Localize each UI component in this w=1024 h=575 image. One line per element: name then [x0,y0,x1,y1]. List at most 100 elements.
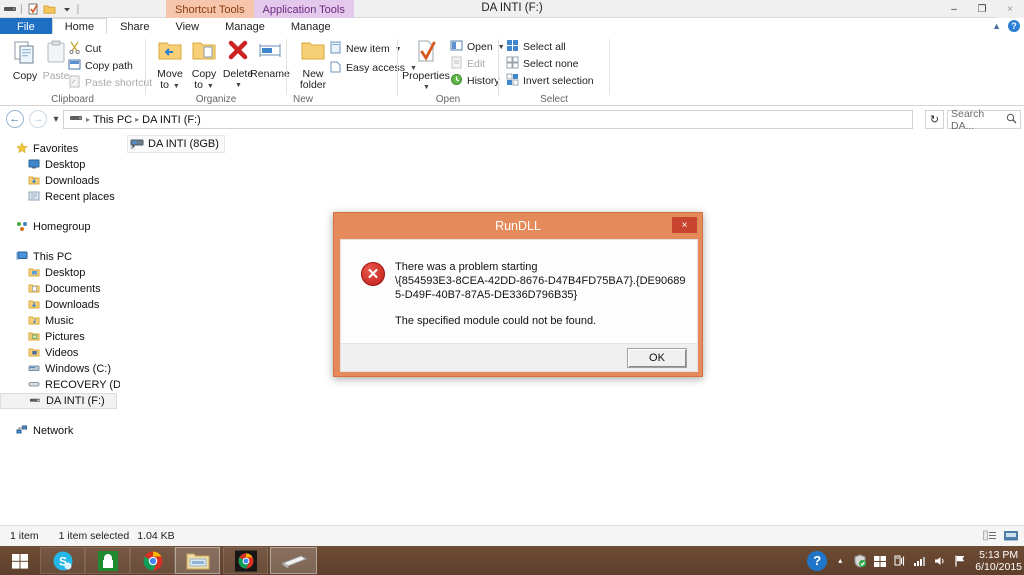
select-all-label: Select all [523,41,566,53]
dialog-close-button[interactable]: × [672,217,697,233]
navigation-pane[interactable]: Favorites Desktop Downloads Recent place… [0,132,120,522]
recent-locations-button[interactable]: ▾ [48,110,64,128]
cut-icon [68,41,81,57]
show-hidden-icons-icon[interactable]: ▴ [833,554,847,568]
volume-icon[interactable] [933,554,947,568]
select-all-button[interactable]: Select all [506,39,566,55]
sidebar-item-music[interactable]: Music [0,313,120,329]
sidebar-item-videos[interactable]: Videos [0,345,120,361]
help-icon[interactable]: ? [807,550,828,571]
windows-start-icon[interactable] [0,546,40,575]
edit-icon [450,56,463,72]
minimize-button[interactable]: – [940,0,968,18]
dialog-body: ✕ There was a problem starting \{854593E… [340,239,698,344]
action-center-icon[interactable] [953,554,967,568]
status-item-count: 1 item [10,530,39,542]
ribbon: Copy Paste Cut Copy path Paste shortcut … [0,34,1024,106]
properties-label: Properties [402,70,450,82]
windows-tray-icon[interactable] [873,554,887,568]
breadcrumb-separator-1: ▸ [86,115,91,124]
usb-drive-taskbar-icon[interactable] [270,547,317,574]
copy-path-button[interactable]: Copy path [68,58,133,74]
sidebar-item-pictures[interactable]: Pictures [0,329,120,345]
edit-button[interactable]: Edit [450,56,485,72]
file-explorer-taskbar-icon[interactable] [175,547,220,574]
store-taskbar-icon[interactable] [85,547,130,574]
history-button[interactable]: History [450,73,500,89]
new-item-icon [329,41,342,57]
rename-icon [256,38,284,67]
back-button[interactable]: ← [6,110,24,128]
paste-icon [42,38,70,69]
cut-button[interactable]: Cut [68,41,101,57]
window-caption-buttons[interactable]: – ❐ × [940,0,1024,18]
details-view-icon[interactable] [982,529,997,543]
sidebar-item-documents[interactable]: Documents [0,281,120,297]
forward-button[interactable]: → [29,110,47,128]
sidebar-label-downloads: Downloads [45,299,100,311]
breadcrumb-item-this-pc[interactable]: This PC [93,114,132,126]
invert-selection-label: Invert selection [523,75,594,87]
ribbon-group-label-open: Open [435,94,461,105]
sidebar-label-videos: Videos [45,347,79,359]
security-shield-icon[interactable] [853,553,867,568]
refresh-button[interactable]: ↻ [925,110,944,129]
hard-drive-icon [28,362,40,377]
chrome-taskbar-icon[interactable] [130,547,175,574]
tab-share[interactable]: Share [107,18,162,34]
dialog-message-line1: There was a problem starting [395,261,538,273]
delete-caret-icon[interactable]: ▼ [217,80,260,91]
rundll-error-dialog: RunDLL × ✕ There was a problem starting … [333,212,703,377]
large-icons-view-icon[interactable] [1003,529,1018,543]
restore-button[interactable]: ❐ [968,0,996,18]
sidebar-item-downloads-fav[interactable]: Downloads [0,173,120,189]
skype-taskbar-icon[interactable]: S [40,547,85,574]
search-input[interactable]: Search DA... [947,108,1021,132]
invert-selection-button[interactable]: Invert selection [506,73,594,89]
close-button[interactable]: × [996,0,1024,18]
properties-button[interactable]: Properties ▼ [400,38,452,93]
select-none-button[interactable]: Select none [506,56,578,72]
sidebar-item-desktop[interactable]: Desktop [0,265,120,281]
sidebar-item-desktop-fav[interactable]: Desktop [0,157,120,173]
taskbar-clock[interactable]: 5:13 PM 6/10/2015 [975,549,1022,573]
network-icon[interactable] [893,554,907,568]
new-item-label: New item [346,43,390,55]
tab-home[interactable]: Home [51,18,108,34]
chrome-dark-taskbar-icon[interactable] [223,547,268,574]
tab-view[interactable]: View [162,18,212,34]
sidebar-item-favorites[interactable]: Favorites [0,141,120,157]
system-tray: ? ▴ 5:13 PM 6/10/2015 [807,546,1022,575]
sidebar-item-da-inti-f[interactable]: DA INTI (F:) [0,393,117,409]
sidebar-item-this-pc[interactable]: This PC [0,249,120,265]
move-to-icon [156,38,184,67]
tab-manage-shortcut[interactable]: Manage [212,18,278,34]
network-icon [16,424,28,439]
sidebar-item-recovery-d[interactable]: RECOVERY (D:) [0,377,120,393]
sidebar-item-homegroup[interactable]: Homegroup [0,219,120,235]
history-label: History [467,75,500,87]
chevron-up-icon[interactable]: ▲ [992,21,1001,31]
downloads-icon [28,298,40,313]
sidebar-item-windows-c[interactable]: Windows (C:) [0,361,120,377]
ok-button[interactable]: OK [627,348,687,368]
properties-caret-icon[interactable]: ▼ [401,82,452,93]
sidebar-label-recent-places: Recent places [45,191,115,203]
signal-icon[interactable] [913,554,927,568]
open-button[interactable]: Open ▼ [450,39,505,55]
breadcrumb-item-da-inti[interactable]: DA INTI (F:) [142,114,201,126]
homegroup-icon [16,220,28,235]
search-icon[interactable] [1006,113,1017,127]
list-item[interactable]: DA INTI (8GB) [127,135,225,153]
new-item-button[interactable]: New item ▼ [329,41,402,57]
dialog-title: RunDLL [495,219,541,233]
paste-shortcut-button[interactable]: Paste shortcut [68,75,152,91]
sidebar-item-downloads[interactable]: Downloads [0,297,120,313]
sidebar-item-network[interactable]: Network [0,423,120,439]
tab-file[interactable]: File [0,18,52,34]
sidebar-item-recent-places[interactable]: Recent places [0,189,120,205]
breadcrumb[interactable]: ▸ This PC ▸ DA INTI (F:) [63,110,913,129]
help-icon[interactable]: ? [1008,20,1020,32]
cut-label: Cut [85,43,102,55]
tab-manage-application[interactable]: Manage [278,18,344,34]
